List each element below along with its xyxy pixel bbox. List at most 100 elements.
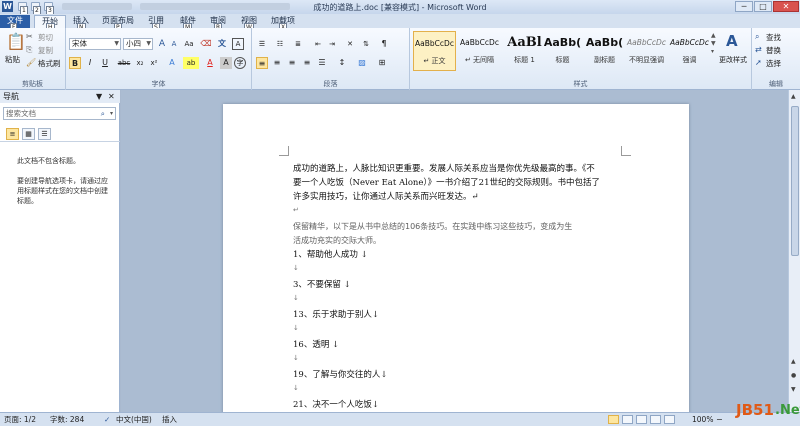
doc-item-1[interactable]: 1、帮助他人成功 ↓ [293, 248, 623, 262]
italic-button[interactable]: I [84, 57, 96, 69]
prev-page-icon[interactable]: ▲ [791, 358, 796, 365]
zoom-out-icon[interactable]: − [716, 413, 723, 426]
full-screen-view-icon[interactable] [622, 415, 633, 424]
web-layout-view-icon[interactable] [636, 415, 647, 424]
close-button[interactable]: ✕ [773, 1, 799, 12]
style-subtitle[interactable]: AaBb( 副标题 [583, 31, 626, 71]
style-title[interactable]: AaBb( 标题 [541, 31, 584, 71]
doc-item-16[interactable]: 16、透明 ↓ [293, 338, 623, 352]
style-heading-1[interactable]: AaBl 标题 1 [503, 31, 546, 71]
align-right-icon[interactable]: ≡ [286, 57, 298, 69]
tab-results-view[interactable]: ☰ [38, 128, 51, 140]
font-name-select[interactable]: 宋体 ▼ [69, 38, 121, 50]
style-subtle-emphasis[interactable]: AaBbCcDc 不明显强调 [625, 31, 668, 71]
status-words[interactable]: 字数: 284 [50, 413, 84, 426]
numbering-icon[interactable]: ☷ [274, 38, 286, 50]
shading-icon[interactable]: ▨ [356, 57, 368, 69]
next-page-icon[interactable]: ▼ [791, 386, 796, 393]
align-center-icon[interactable]: ≡ [271, 57, 283, 69]
draft-view-icon[interactable] [664, 415, 675, 424]
change-styles-button[interactable]: 更改样式 [719, 55, 747, 65]
char-shading-icon[interactable]: A [220, 57, 232, 69]
highlight-button[interactable]: ab [183, 57, 199, 69]
subscript-button[interactable]: x₂ [134, 57, 146, 69]
copy-icon[interactable]: ⎘ [26, 45, 32, 55]
superscript-button[interactable]: x² [148, 57, 160, 69]
text-effects-icon[interactable]: A [166, 57, 178, 69]
styles-scroll-icon[interactable]: ▲ ▼ ▾ [711, 32, 716, 56]
change-styles-icon[interactable]: A [726, 32, 738, 50]
clear-format-icon[interactable]: ⌫ [200, 38, 212, 50]
find-button[interactable]: 查找 [766, 32, 781, 43]
replace-button[interactable]: 替换 [766, 45, 781, 56]
status-page[interactable]: 页面: 1/2 [4, 413, 36, 426]
proofing-icon[interactable]: ✓ [104, 413, 110, 426]
phonetic-guide-icon[interactable]: 文 [216, 38, 228, 50]
nav-close-icon[interactable]: ✕ [108, 90, 115, 103]
borders-icon[interactable]: ⊞ [376, 57, 388, 69]
doc-line-2[interactable]: 要一个人吃饭（Never Eat Alone）》一书介绍了21世纪的交际规则。书… [293, 176, 623, 190]
cut-icon[interactable]: ✂ [26, 32, 33, 41]
multilevel-list-icon[interactable]: ≣ [292, 38, 304, 50]
find-icon[interactable]: ⌕ [755, 32, 759, 42]
chinese-layout-icon[interactable]: ✕ [344, 38, 356, 50]
increase-indent-icon[interactable]: ⇥ [326, 38, 338, 50]
doc-line-1[interactable]: 成功的道路上，人脉比知识更重要。发展人际关系应当是你优先级最高的事。《不 [293, 162, 623, 176]
strikethrough-button[interactable]: abc [116, 57, 132, 69]
format-painter-icon[interactable]: 🖌 [26, 58, 36, 67]
style-emphasis[interactable]: AaBbCcDc 强调 [668, 31, 711, 71]
show-marks-icon[interactable]: ¶ [378, 38, 390, 50]
minimize-button[interactable]: ─ [735, 1, 753, 12]
font-color-button[interactable]: A [204, 57, 216, 69]
doc-item-19[interactable]: 19、了解与你交往的人↓ [293, 368, 623, 382]
bullets-icon[interactable]: ☰ [256, 38, 268, 50]
nav-search-input[interactable]: 搜索文档 ⌕ ▾ [3, 107, 116, 120]
format-painter-button[interactable]: 格式刷 [38, 58, 61, 69]
status-language[interactable]: 中文(中国) [116, 413, 152, 426]
align-left-icon[interactable]: ≡ [256, 57, 268, 69]
nav-options-icon[interactable]: ▼ [96, 90, 102, 103]
doc-line-6[interactable]: 活成功充实的交际大师。 [293, 234, 623, 248]
bold-button[interactable]: B [69, 57, 81, 69]
copy-button[interactable]: 复制 [38, 45, 53, 56]
scroll-up-icon[interactable]: ▲ [791, 93, 796, 100]
paste-button[interactable]: 粘贴 [5, 54, 20, 65]
char-border-icon[interactable]: A [232, 38, 244, 50]
enclose-char-icon[interactable]: 字 [234, 57, 246, 69]
outline-view-icon[interactable] [650, 415, 661, 424]
font-size-select[interactable]: 小四 ▼ [123, 38, 153, 50]
replace-icon[interactable]: ⇄ [755, 45, 762, 54]
status-insert-mode[interactable]: 插入 [162, 413, 177, 426]
doc-line-3[interactable]: 许多实用技巧，让你通过人际关系而兴旺发达。↵ [293, 190, 623, 204]
sort-icon[interactable]: ⇅ [360, 38, 372, 50]
cut-button[interactable]: 剪切 [38, 32, 53, 43]
grow-font-button[interactable]: A [156, 38, 168, 50]
distributed-icon[interactable]: ☰ [316, 57, 328, 69]
justify-icon[interactable]: ≡ [301, 57, 313, 69]
chevron-down-icon[interactable]: ▾ [110, 108, 113, 119]
select-button[interactable]: 选择 [766, 58, 781, 69]
style-no-spacing[interactable]: AaBbCcDc ↵ 无间隔 [458, 31, 501, 71]
underline-button[interactable]: U [99, 57, 111, 69]
print-layout-view-icon[interactable] [608, 415, 619, 424]
document-page[interactable]: 成功的道路上，人脉比知识更重要。发展人际关系应当是你优先级最高的事。《不 要一个… [223, 104, 689, 414]
doc-item-3[interactable]: 3、不要保留 ↓ [293, 278, 623, 292]
select-icon[interactable]: ➚ [755, 58, 762, 67]
doc-item-21[interactable]: 21、决不一个人吃饭↓ [293, 398, 623, 412]
maximize-button[interactable]: □ [754, 1, 772, 12]
tab-headings-view[interactable]: ≡ [6, 128, 19, 140]
search-icon[interactable]: ⌕ [101, 108, 105, 119]
change-case-button[interactable]: Aa [182, 38, 196, 50]
doc-item-13[interactable]: 13、乐于求助于别人↓ [293, 308, 623, 322]
doc-line-5[interactable]: 保留精华，以下是从书中总结的106条技巧。在实践中练习这些技巧，变成为生 [293, 220, 623, 234]
tab-pages-view[interactable]: ▦ [22, 128, 35, 140]
status-zoom[interactable]: 100% [692, 413, 713, 426]
paste-icon[interactable]: 📋 [6, 32, 26, 51]
shrink-font-button[interactable]: A [168, 38, 180, 50]
scroll-thumb[interactable] [791, 106, 799, 256]
vertical-scrollbar[interactable]: ▲ ▲ ● ▼ [788, 90, 800, 412]
style-normal[interactable]: AaBbCcDc ↵ 正文 [413, 31, 456, 71]
browse-object-icon[interactable]: ● [791, 372, 796, 379]
decrease-indent-icon[interactable]: ⇤ [312, 38, 324, 50]
line-spacing-icon[interactable]: ↕ [336, 57, 348, 69]
